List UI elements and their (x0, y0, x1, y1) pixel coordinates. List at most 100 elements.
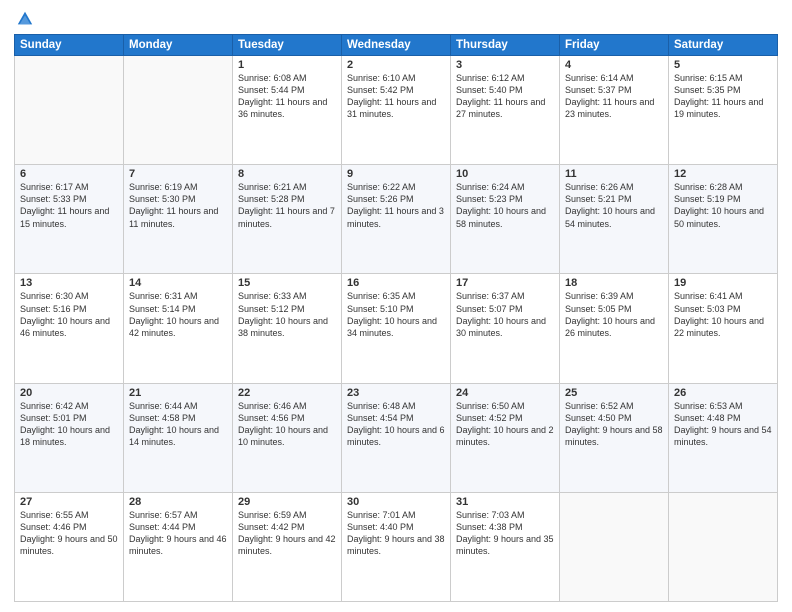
day-content: Sunrise: 6:48 AMSunset: 4:54 PMDaylight:… (347, 400, 445, 449)
day-cell: 30Sunrise: 7:01 AMSunset: 4:40 PMDayligh… (342, 492, 451, 601)
day-number: 23 (347, 387, 445, 399)
day-cell: 4Sunrise: 6:14 AMSunset: 5:37 PMDaylight… (560, 56, 669, 165)
day-content: Sunrise: 6:37 AMSunset: 5:07 PMDaylight:… (456, 290, 554, 339)
day-content: Sunrise: 6:10 AMSunset: 5:42 PMDaylight:… (347, 72, 445, 121)
day-content: Sunrise: 6:39 AMSunset: 5:05 PMDaylight:… (565, 290, 663, 339)
day-number: 4 (565, 59, 663, 71)
day-cell: 28Sunrise: 6:57 AMSunset: 4:44 PMDayligh… (124, 492, 233, 601)
day-number: 17 (456, 277, 554, 289)
day-content: Sunrise: 6:22 AMSunset: 5:26 PMDaylight:… (347, 181, 445, 230)
day-cell: 21Sunrise: 6:44 AMSunset: 4:58 PMDayligh… (124, 383, 233, 492)
day-number: 31 (456, 496, 554, 508)
day-number: 21 (129, 387, 227, 399)
day-content: Sunrise: 6:50 AMSunset: 4:52 PMDaylight:… (456, 400, 554, 449)
logo (14, 10, 38, 28)
day-cell: 19Sunrise: 6:41 AMSunset: 5:03 PMDayligh… (669, 274, 778, 383)
day-number: 30 (347, 496, 445, 508)
day-number: 15 (238, 277, 336, 289)
day-cell: 6Sunrise: 6:17 AMSunset: 5:33 PMDaylight… (15, 165, 124, 274)
day-number: 12 (674, 168, 772, 180)
day-number: 28 (129, 496, 227, 508)
week-row-2: 6Sunrise: 6:17 AMSunset: 5:33 PMDaylight… (15, 165, 778, 274)
day-content: Sunrise: 6:21 AMSunset: 5:28 PMDaylight:… (238, 181, 336, 230)
day-number: 1 (238, 59, 336, 71)
day-cell: 24Sunrise: 6:50 AMSunset: 4:52 PMDayligh… (451, 383, 560, 492)
day-content: Sunrise: 6:41 AMSunset: 5:03 PMDaylight:… (674, 290, 772, 339)
day-number: 3 (456, 59, 554, 71)
day-number: 2 (347, 59, 445, 71)
day-cell: 14Sunrise: 6:31 AMSunset: 5:14 PMDayligh… (124, 274, 233, 383)
day-number: 29 (238, 496, 336, 508)
day-number: 16 (347, 277, 445, 289)
day-content: Sunrise: 6:31 AMSunset: 5:14 PMDaylight:… (129, 290, 227, 339)
logo-icon (16, 10, 34, 28)
day-number: 6 (20, 168, 118, 180)
day-cell: 7Sunrise: 6:19 AMSunset: 5:30 PMDaylight… (124, 165, 233, 274)
day-content: Sunrise: 6:28 AMSunset: 5:19 PMDaylight:… (674, 181, 772, 230)
day-header-sunday: Sunday (15, 35, 124, 56)
week-row-1: 1Sunrise: 6:08 AMSunset: 5:44 PMDaylight… (15, 56, 778, 165)
day-cell: 22Sunrise: 6:46 AMSunset: 4:56 PMDayligh… (233, 383, 342, 492)
day-content: Sunrise: 6:57 AMSunset: 4:44 PMDaylight:… (129, 509, 227, 558)
day-cell: 20Sunrise: 6:42 AMSunset: 5:01 PMDayligh… (15, 383, 124, 492)
header (14, 10, 778, 28)
day-content: Sunrise: 7:01 AMSunset: 4:40 PMDaylight:… (347, 509, 445, 558)
day-header-monday: Monday (124, 35, 233, 56)
day-cell: 9Sunrise: 6:22 AMSunset: 5:26 PMDaylight… (342, 165, 451, 274)
day-cell: 25Sunrise: 6:52 AMSunset: 4:50 PMDayligh… (560, 383, 669, 492)
week-row-4: 20Sunrise: 6:42 AMSunset: 5:01 PMDayligh… (15, 383, 778, 492)
day-number: 13 (20, 277, 118, 289)
day-number: 25 (565, 387, 663, 399)
day-cell: 15Sunrise: 6:33 AMSunset: 5:12 PMDayligh… (233, 274, 342, 383)
day-number: 27 (20, 496, 118, 508)
day-cell: 16Sunrise: 6:35 AMSunset: 5:10 PMDayligh… (342, 274, 451, 383)
day-number: 14 (129, 277, 227, 289)
day-content: Sunrise: 6:35 AMSunset: 5:10 PMDaylight:… (347, 290, 445, 339)
day-cell: 3Sunrise: 6:12 AMSunset: 5:40 PMDaylight… (451, 56, 560, 165)
day-header-thursday: Thursday (451, 35, 560, 56)
day-number: 26 (674, 387, 772, 399)
day-content: Sunrise: 6:44 AMSunset: 4:58 PMDaylight:… (129, 400, 227, 449)
day-cell: 27Sunrise: 6:55 AMSunset: 4:46 PMDayligh… (15, 492, 124, 601)
day-number: 8 (238, 168, 336, 180)
week-row-3: 13Sunrise: 6:30 AMSunset: 5:16 PMDayligh… (15, 274, 778, 383)
day-content: Sunrise: 6:42 AMSunset: 5:01 PMDaylight:… (20, 400, 118, 449)
day-content: Sunrise: 6:52 AMSunset: 4:50 PMDaylight:… (565, 400, 663, 449)
day-header-friday: Friday (560, 35, 669, 56)
day-content: Sunrise: 6:46 AMSunset: 4:56 PMDaylight:… (238, 400, 336, 449)
day-content: Sunrise: 6:08 AMSunset: 5:44 PMDaylight:… (238, 72, 336, 121)
day-cell: 2Sunrise: 6:10 AMSunset: 5:42 PMDaylight… (342, 56, 451, 165)
day-cell: 10Sunrise: 6:24 AMSunset: 5:23 PMDayligh… (451, 165, 560, 274)
day-content: Sunrise: 6:55 AMSunset: 4:46 PMDaylight:… (20, 509, 118, 558)
day-cell: 13Sunrise: 6:30 AMSunset: 5:16 PMDayligh… (15, 274, 124, 383)
day-cell: 31Sunrise: 7:03 AMSunset: 4:38 PMDayligh… (451, 492, 560, 601)
day-cell (560, 492, 669, 601)
page: SundayMondayTuesdayWednesdayThursdayFrid… (0, 0, 792, 612)
day-content: Sunrise: 6:17 AMSunset: 5:33 PMDaylight:… (20, 181, 118, 230)
day-cell: 26Sunrise: 6:53 AMSunset: 4:48 PMDayligh… (669, 383, 778, 492)
day-cell: 11Sunrise: 6:26 AMSunset: 5:21 PMDayligh… (560, 165, 669, 274)
day-content: Sunrise: 6:26 AMSunset: 5:21 PMDaylight:… (565, 181, 663, 230)
day-content: Sunrise: 6:30 AMSunset: 5:16 PMDaylight:… (20, 290, 118, 339)
day-content: Sunrise: 7:03 AMSunset: 4:38 PMDaylight:… (456, 509, 554, 558)
day-content: Sunrise: 6:33 AMSunset: 5:12 PMDaylight:… (238, 290, 336, 339)
day-content: Sunrise: 6:19 AMSunset: 5:30 PMDaylight:… (129, 181, 227, 230)
day-header-wednesday: Wednesday (342, 35, 451, 56)
day-content: Sunrise: 6:15 AMSunset: 5:35 PMDaylight:… (674, 72, 772, 121)
day-cell: 23Sunrise: 6:48 AMSunset: 4:54 PMDayligh… (342, 383, 451, 492)
day-content: Sunrise: 6:12 AMSunset: 5:40 PMDaylight:… (456, 72, 554, 121)
calendar-header-row: SundayMondayTuesdayWednesdayThursdayFrid… (15, 35, 778, 56)
day-content: Sunrise: 6:14 AMSunset: 5:37 PMDaylight:… (565, 72, 663, 121)
day-header-tuesday: Tuesday (233, 35, 342, 56)
week-row-5: 27Sunrise: 6:55 AMSunset: 4:46 PMDayligh… (15, 492, 778, 601)
day-cell: 5Sunrise: 6:15 AMSunset: 5:35 PMDaylight… (669, 56, 778, 165)
day-number: 22 (238, 387, 336, 399)
day-number: 9 (347, 168, 445, 180)
day-number: 5 (674, 59, 772, 71)
day-number: 10 (456, 168, 554, 180)
day-cell (124, 56, 233, 165)
day-header-saturday: Saturday (669, 35, 778, 56)
day-content: Sunrise: 6:59 AMSunset: 4:42 PMDaylight:… (238, 509, 336, 558)
day-cell: 17Sunrise: 6:37 AMSunset: 5:07 PMDayligh… (451, 274, 560, 383)
day-number: 18 (565, 277, 663, 289)
